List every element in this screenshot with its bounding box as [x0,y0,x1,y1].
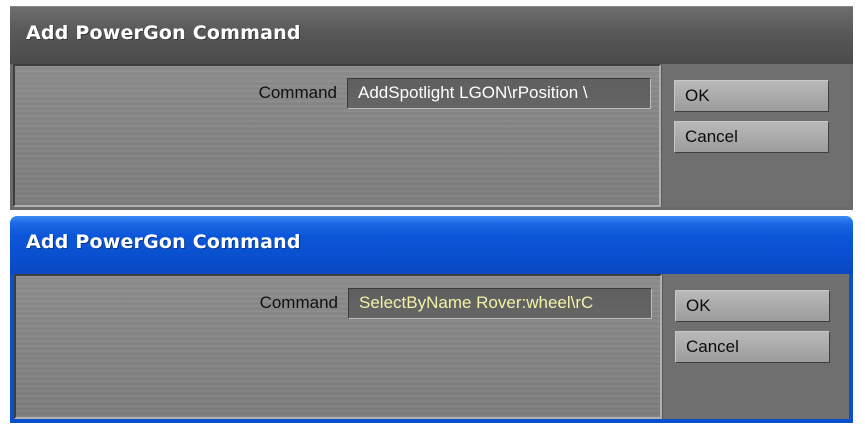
command-panel: Command AddSpotlight LGON\rPosition \ [13,64,661,207]
add-powergon-dialog-gray: Add PowerGon Command Command AddSpotligh… [10,6,853,210]
command-panel: Command SelectByName Rover:wheel\rC [14,274,662,419]
dialog-titlebar[interactable]: Add PowerGon Command [10,6,853,64]
ok-button[interactable]: OK [674,80,829,112]
cancel-button[interactable]: Cancel [675,331,830,363]
dialog-title: Add PowerGon Command [26,21,301,44]
button-panel: OK Cancel [661,64,850,207]
dialog-client-area: Command AddSpotlight LGON\rPosition \ OK… [13,64,850,207]
dialog-title: Add PowerGon Command [26,231,301,253]
cancel-button[interactable]: Cancel [674,121,829,153]
ok-button[interactable]: OK [675,290,830,322]
dialog-titlebar[interactable]: Add PowerGon Command [10,216,853,274]
add-powergon-dialog-blue: Add PowerGon Command Command SelectByNam… [10,216,853,423]
dialog-client-area: Command SelectByName Rover:wheel\rC OK C… [14,274,849,419]
button-panel: OK Cancel [662,274,849,419]
command-input[interactable]: SelectByName Rover:wheel\rC [348,288,652,319]
command-input[interactable]: AddSpotlight LGON\rPosition \ [347,78,651,109]
dialog-frame: Command AddSpotlight LGON\rPosition \ OK… [10,64,853,210]
command-label: Command [258,83,337,102]
command-label: Command [259,293,338,312]
dialog-frame: Command SelectByName Rover:wheel\rC OK C… [10,274,853,423]
